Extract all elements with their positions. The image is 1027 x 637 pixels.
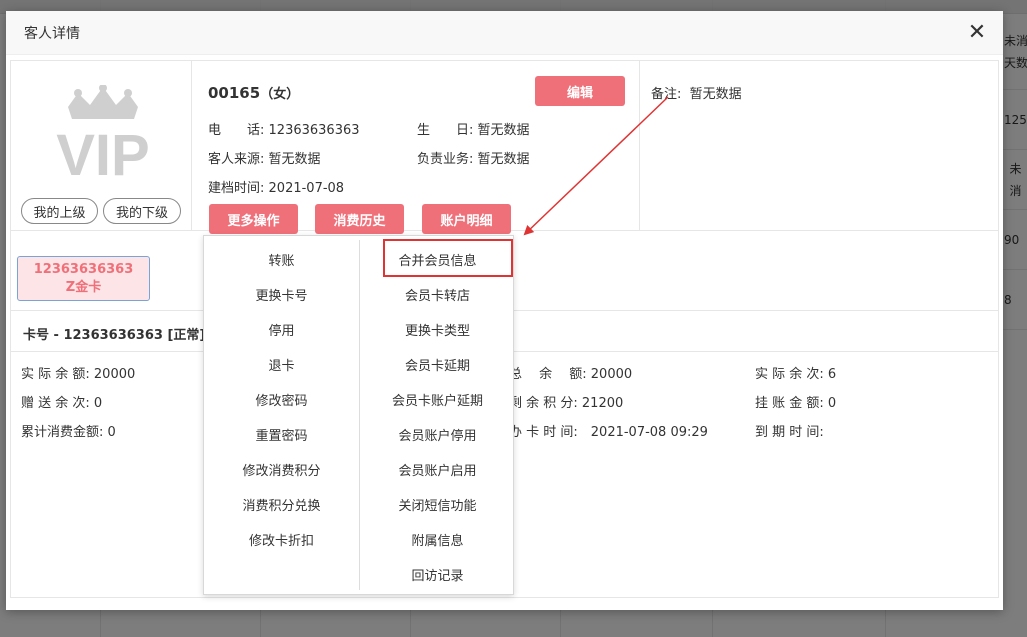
menu-item-card-extend[interactable]: 会员卡延期 — [360, 347, 515, 382]
close-icon[interactable]: ✕ — [967, 20, 987, 45]
vip-crown-logo: VIP — [56, 85, 150, 185]
menu-item-account-extend[interactable]: 会员卡账户延期 — [360, 382, 515, 417]
gift-times: 赠 送 余 次: 0 — [21, 396, 103, 411]
phone-value: 12363636363 — [268, 123, 360, 138]
vip-panel: VIP 我的上级 我的下级 — [11, 61, 192, 231]
menu-item-close-sms[interactable]: 关闭短信功能 — [360, 487, 515, 522]
card-title: 卡号 - 12363636363 [正常] — [23, 328, 206, 343]
remark-field: 备注: 暂无数据 — [651, 83, 742, 102]
menu-item-edit-discount[interactable]: 修改卡折扣 — [204, 522, 359, 557]
menu-item-account-disable[interactable]: 会员账户停用 — [360, 417, 515, 452]
menu-item-reset-password[interactable]: 重置密码 — [204, 417, 359, 452]
menu-item-change-card-number[interactable]: 更换卡号 — [204, 277, 359, 312]
my-superior-button[interactable]: 我的上级 — [21, 198, 98, 224]
remaining-points: 剩 余 积 分: 21200 — [509, 396, 624, 411]
menu-item-edit-points[interactable]: 修改消费积分 — [204, 452, 359, 487]
edit-button[interactable]: 编辑 — [535, 76, 625, 106]
menu-item-redeem-points[interactable]: 消费积分兑换 — [204, 487, 359, 522]
menu-item-transfer[interactable]: 转账 — [204, 242, 359, 277]
created-field: 建档时间: 2021-07-08 — [208, 177, 344, 196]
phone-label: 电 话: — [208, 123, 265, 138]
total-consume-amount: 累计消费金额: 0 — [21, 425, 116, 440]
expire-time: 到 期 时 间: — [755, 425, 824, 440]
birthday-label: 生 日: — [417, 123, 474, 138]
actual-times: 实 际 余 次: 6 — [755, 367, 837, 382]
more-operations-menu: 转账 更换卡号 停用 退卡 修改密码 重置密码 修改消费积分 消费积分兑换 修改… — [203, 235, 514, 595]
menu-item-change-password[interactable]: 修改密码 — [204, 382, 359, 417]
menu-right-column: 合并会员信息 会员卡转店 更换卡类型 会员卡延期 会员卡账户延期 会员账户停用 … — [360, 242, 515, 592]
dialog-title: 客人详情 — [24, 25, 80, 42]
manager-label: 负责业务: — [417, 152, 474, 167]
credit-amount: 挂 账 金 额: 0 — [755, 396, 837, 411]
card-tag-number: 12363636363 — [33, 262, 134, 277]
menu-item-attached-info[interactable]: 附属信息 — [360, 522, 515, 557]
customer-id: 00165（女） — [208, 83, 299, 102]
consume-history-button[interactable]: 消费历史 — [315, 204, 404, 234]
menu-item-account-enable[interactable]: 会员账户启用 — [360, 452, 515, 487]
dialog-header: 客人详情 ✕ — [6, 11, 1003, 55]
more-operations-button[interactable]: 更多操作 — [209, 204, 298, 234]
customer-info-panel: 00165（女） 编辑 电 话: 12363636363 生 日: 暂无数据 客… — [192, 61, 640, 234]
created-value: 2021-07-08 — [268, 181, 345, 196]
created-label: 建档时间: — [208, 181, 265, 196]
my-subordinate-button[interactable]: 我的下级 — [103, 198, 181, 224]
birthday-field: 生 日: 暂无数据 — [417, 119, 530, 138]
phone-field: 电 话: 12363636363 — [208, 119, 360, 138]
menu-item-visit-record[interactable]: 回访记录 — [360, 557, 515, 592]
menu-item-transfer-store[interactable]: 会员卡转店 — [360, 277, 515, 312]
source-label: 客人来源: — [208, 152, 265, 167]
total-balance: 总 余 额: 20000 — [509, 367, 633, 382]
remark-value: 暂无数据 — [689, 87, 742, 102]
vip-logo-text: VIP — [56, 123, 150, 185]
menu-item-disable[interactable]: 停用 — [204, 312, 359, 347]
birthday-value: 暂无数据 — [477, 123, 530, 138]
customer-id-text: 00165 — [208, 84, 261, 102]
source-value: 暂无数据 — [268, 152, 321, 167]
manager-value: 暂无数据 — [477, 152, 530, 167]
card-tag-type: Z金卡 — [65, 280, 102, 295]
member-card-tag[interactable]: 12363636363 Z金卡 — [17, 256, 150, 301]
remark-label: 备注: — [651, 87, 682, 102]
menu-item-change-card-type[interactable]: 更换卡类型 — [360, 312, 515, 347]
account-detail-button[interactable]: 账户明细 — [422, 204, 511, 234]
card-open-time: 办 卡 时 间: 2021-07-08 09:29 — [509, 425, 708, 440]
merge-member-highlight-box — [383, 239, 513, 277]
manager-field: 负责业务: 暂无数据 — [417, 148, 530, 167]
source-field: 客人来源: 暂无数据 — [208, 148, 321, 167]
menu-item-return-card[interactable]: 退卡 — [204, 347, 359, 382]
menu-left-column: 转账 更换卡号 停用 退卡 修改密码 重置密码 修改消费积分 消费积分兑换 修改… — [204, 242, 359, 557]
customer-summary: VIP 我的上级 我的下级 00165（女） 编辑 电 话: 123636363… — [11, 61, 998, 234]
actual-balance: 实 际 余 额: 20000 — [21, 367, 136, 382]
customer-gender: （女） — [260, 87, 300, 102]
